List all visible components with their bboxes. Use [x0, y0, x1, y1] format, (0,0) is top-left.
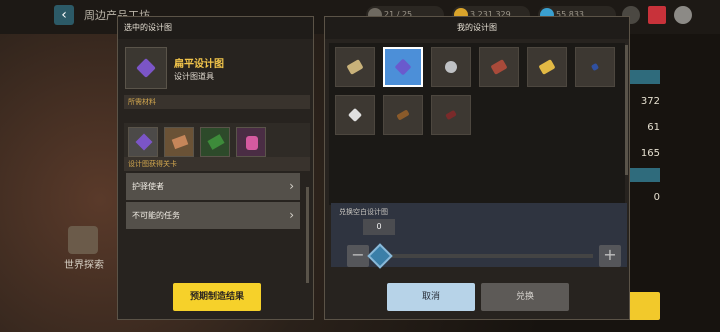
side-strip — [630, 70, 660, 84]
blueprint-slot-selected[interactable] — [383, 47, 423, 87]
selected-blueprint-panel: 选中的设计图 扁平设计图 设计图道具 所需材料 6 5 2 1 设计图获得关卡 … — [117, 16, 314, 320]
blueprint-slot[interactable] — [431, 47, 471, 87]
rolled-bandage-icon — [346, 59, 364, 75]
white-crystal-icon — [347, 107, 363, 123]
blueprint-slot[interactable] — [335, 95, 375, 135]
blueprint-slot[interactable] — [479, 47, 519, 87]
stage-item[interactable]: 护驿使者 › — [126, 173, 300, 200]
red-brick-icon — [490, 59, 508, 75]
side-strip — [630, 168, 660, 182]
material-slot[interactable]: 1 — [236, 127, 266, 166]
mail-icon[interactable] — [648, 6, 666, 24]
selected-item-slot — [125, 47, 167, 89]
chevron-right-icon: › — [289, 208, 294, 222]
predict-result-button[interactable]: 预期制造结果 — [173, 283, 261, 311]
disc-icon — [442, 58, 460, 76]
panel-title: 我的设计图 — [325, 17, 629, 39]
blueprint-grid — [329, 43, 625, 205]
flat-blueprint-icon — [136, 58, 156, 78]
world-explore-label[interactable]: 世界探索 — [64, 256, 104, 271]
slider-handle[interactable] — [367, 243, 393, 269]
material-slot[interactable]: 5 — [164, 127, 194, 166]
item-name: 扁平设计图 — [174, 59, 224, 70]
back-button[interactable]: ‹ — [54, 5, 74, 25]
stage-item[interactable]: 不可能的任务 › — [126, 202, 300, 229]
item-type: 设计图道具 — [174, 72, 214, 81]
exchange-blank-blueprint: 兑换空白设计图 0 − + — [331, 203, 627, 269]
side-value: 165 — [640, 148, 660, 159]
red-block-icon — [445, 109, 457, 121]
world-explore-icon[interactable] — [68, 226, 98, 254]
scrollbar[interactable] — [625, 45, 628, 175]
gear-icon[interactable] — [674, 6, 692, 24]
blueprint-slot[interactable] — [527, 47, 567, 87]
material-slot[interactable]: 2 — [200, 127, 230, 166]
exchange-button[interactable]: 兑换 — [481, 283, 569, 311]
wood-stick-icon — [396, 109, 410, 121]
back-arrow-icon: ‹ — [61, 7, 67, 23]
blueprint-slot[interactable] — [383, 95, 423, 135]
green-tool-icon — [207, 134, 225, 150]
flat-blueprint-icon — [394, 58, 412, 76]
chevron-right-icon: › — [289, 179, 294, 193]
blue-gem-icon — [590, 62, 600, 72]
side-value: 61 — [647, 122, 660, 133]
minus-button[interactable]: − — [347, 245, 369, 267]
purple-crystal-icon — [135, 133, 153, 151]
scrollbar[interactable] — [306, 187, 309, 283]
side-value: 372 — [640, 96, 660, 107]
material-slot[interactable]: 6 — [128, 127, 158, 166]
panel-title: 选中的设计图 — [118, 17, 313, 39]
yellow-bar-icon — [538, 59, 556, 75]
materials-header: 所需材料 — [124, 95, 310, 109]
side-value: 0 — [653, 192, 660, 203]
quantity-value: 0 — [363, 219, 395, 235]
plus-button[interactable]: + — [599, 245, 621, 267]
stages-header: 设计图获得关卡 — [124, 157, 310, 171]
exchange-label: 兑换空白设计图 — [339, 208, 388, 216]
leather-icon — [171, 134, 189, 150]
pink-jar-icon — [246, 136, 258, 150]
blueprint-slot[interactable] — [575, 47, 615, 87]
blueprint-slot[interactable] — [335, 47, 375, 87]
my-blueprints-panel: 我的设计图 兑换空白设计图 0 − + 取消 兑换 — [324, 16, 630, 320]
cancel-button[interactable]: 取消 — [387, 283, 475, 311]
quantity-slider[interactable] — [375, 254, 593, 258]
blueprint-slot[interactable] — [431, 95, 471, 135]
